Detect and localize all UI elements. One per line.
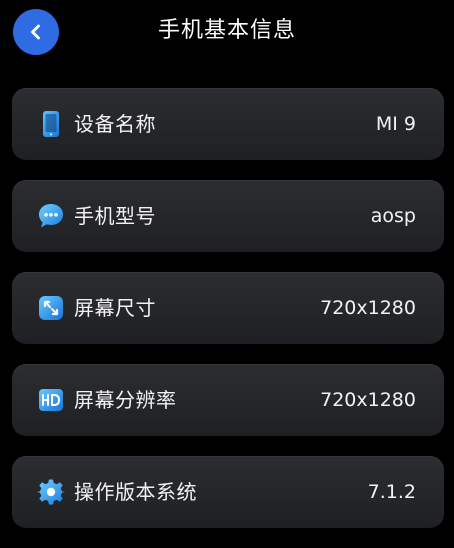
screen-size-value: 720x1280: [320, 297, 416, 319]
info-list: 设备名称 MI 9 手机型号 aosp 屏幕尺寸 720x1280 屏幕分辨率 …: [12, 88, 444, 548]
screen-resolution-label: 屏幕分辨率: [74, 388, 177, 412]
chat-bubble-icon: [37, 202, 65, 230]
screen-size-icon: [37, 294, 65, 322]
device-name-row[interactable]: 设备名称 MI 9: [12, 88, 444, 160]
device-name-label: 设备名称: [74, 112, 156, 136]
screen-size-label: 屏幕尺寸: [74, 296, 156, 320]
phone-model-value: aosp: [370, 205, 416, 227]
phone-model-label: 手机型号: [74, 204, 156, 228]
page-title: 手机基本信息: [157, 18, 296, 43]
hd-icon: [37, 386, 65, 414]
screen-resolution-value: 720x1280: [320, 389, 416, 411]
gear-icon: [37, 478, 65, 506]
phone-icon: [37, 110, 65, 138]
device-name-value: MI 9: [375, 113, 416, 135]
screen-size-row[interactable]: 屏幕尺寸 720x1280: [12, 272, 444, 344]
phone-model-row[interactable]: 手机型号 aosp: [12, 180, 444, 252]
os-version-label: 操作版本系统: [74, 480, 197, 504]
header: 手机基本信息: [0, 0, 454, 64]
os-version-value: 7.1.2: [367, 481, 416, 503]
screen-resolution-row[interactable]: 屏幕分辨率 720x1280: [12, 364, 444, 436]
os-version-row[interactable]: 操作版本系统 7.1.2: [12, 456, 444, 528]
